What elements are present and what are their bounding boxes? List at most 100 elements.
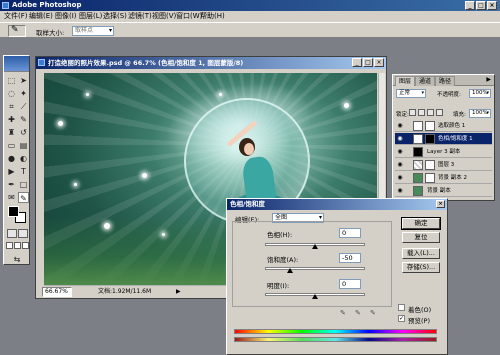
lock-position-icon[interactable] — [427, 109, 434, 116]
load-button[interactable]: 载入(L)... — [402, 248, 440, 259]
lock-pixels-icon[interactable] — [418, 109, 425, 116]
layer-thumbnail — [413, 173, 423, 183]
status-menu-arrow[interactable]: ▶ — [176, 286, 181, 298]
ok-button[interactable]: 确定 — [401, 217, 441, 230]
history-brush-icon[interactable]: ↺ — [18, 127, 29, 138]
eyedropper-tool-icon[interactable]: ✎ — [18, 192, 29, 203]
crop-tool-icon[interactable]: ⌗ — [6, 101, 17, 112]
opacity-field[interactable]: 100% — [469, 89, 491, 98]
reset-button[interactable]: 复位 — [402, 232, 440, 243]
screen-mode-standard-icon[interactable] — [6, 242, 13, 249]
zoom-field[interactable]: 66.67% — [42, 287, 72, 297]
gradient-tool-icon[interactable]: ▤ — [18, 140, 29, 151]
jump-to-imageready-icon[interactable]: ⇆ — [6, 254, 28, 265]
menu-help[interactable]: 帮助(H) — [200, 12, 225, 21]
maximize-button[interactable]: □ — [476, 1, 486, 10]
sample-size-select[interactable]: 取样点 — [72, 26, 114, 36]
lightness-input[interactable]: 0 — [339, 279, 361, 289]
menu-select[interactable]: 选择(S) — [103, 12, 127, 21]
menu-window[interactable]: 窗口(W) — [176, 12, 202, 21]
eyedropper-icon: ✎ — [11, 25, 19, 35]
eyedropper-minus-icon[interactable]: ✎ — [370, 309, 376, 317]
visibility-eye-icon[interactable]: ◉ — [396, 148, 404, 156]
slice-tool-icon[interactable]: ⟋ — [18, 101, 29, 112]
doc-minimize-button[interactable]: _ — [352, 58, 362, 67]
layer-row[interactable]: ◉ 图层 3 — [395, 159, 492, 171]
menu-edit[interactable]: 编辑(E) — [29, 12, 53, 21]
menu-image[interactable]: 图像(I) — [55, 12, 77, 21]
screen-mode-menu-icon[interactable] — [14, 242, 21, 249]
doc-close-button[interactable]: × — [374, 58, 384, 67]
figure-face — [244, 143, 254, 155]
visibility-eye-icon[interactable]: ◉ — [396, 135, 404, 143]
blur-tool-icon[interactable]: ● — [6, 153, 17, 164]
type-tool-icon[interactable]: T — [18, 166, 29, 177]
lock-all-icon[interactable] — [436, 109, 443, 116]
fill-field[interactable]: 100% — [469, 109, 491, 118]
doc-maximize-button[interactable]: □ — [363, 58, 373, 67]
close-button[interactable]: × — [487, 1, 497, 10]
visibility-eye-icon[interactable]: ◉ — [396, 187, 404, 195]
eraser-tool-icon[interactable]: ▭ — [6, 140, 17, 151]
notes-tool-icon[interactable]: ✉ — [6, 192, 17, 203]
sparkle — [219, 93, 222, 96]
layer-thumbnail — [413, 147, 423, 157]
lightness-slider-thumb[interactable] — [312, 294, 318, 299]
lock-transparency-icon[interactable] — [409, 109, 416, 116]
sparkle — [86, 93, 89, 96]
tool-preset-picker[interactable]: ✎ — [8, 25, 26, 37]
panel-menu-icon[interactable]: ▶ — [486, 76, 491, 83]
menu-view[interactable]: 视图(V) — [152, 12, 176, 21]
layer-name: 背景 副本 — [427, 188, 451, 194]
saturation-slider-track[interactable] — [265, 267, 365, 270]
layer-row[interactable]: ◉ 背景 副本 — [395, 185, 492, 197]
tab-layers[interactable]: 图层 — [395, 76, 416, 86]
layer-thumbnail — [413, 186, 423, 196]
menu-file[interactable]: 文件(F) — [4, 12, 28, 21]
layer-thumbnail — [413, 160, 423, 170]
magic-wand-icon[interactable]: ✦ — [18, 88, 29, 99]
eyedropper-icon[interactable]: ✎ — [340, 309, 346, 317]
dialog-title: 色相/饱和度 — [230, 200, 265, 208]
visibility-eye-icon[interactable]: ◉ — [396, 122, 404, 130]
pen-tool-icon[interactable]: ✒ — [6, 179, 17, 190]
saturation-slider-thumb[interactable] — [287, 268, 293, 273]
shape-tool-icon[interactable]: □ — [18, 179, 29, 190]
path-select-icon[interactable]: ▶ — [6, 166, 17, 177]
blend-mode-select[interactable]: 正常 — [396, 89, 426, 98]
stamp-tool-icon[interactable]: ♜ — [6, 127, 17, 138]
document-size: 文档:1.92M/11.6M — [98, 288, 152, 295]
layer-row[interactable]: ◉ 背景 副本 2 — [395, 172, 492, 184]
save-button[interactable]: 存储(S)... — [402, 262, 440, 273]
document-titlebar: 打造绝丽的照片效果.psd @ 66.7% (色相/饱和度 1, 图层蒙版/8) — [36, 57, 386, 69]
tab-channels[interactable]: 通道 — [415, 76, 436, 86]
menu-layer[interactable]: 图层(L) — [79, 12, 102, 21]
visibility-eye-icon[interactable]: ◉ — [396, 174, 404, 182]
minimize-button[interactable]: _ — [465, 1, 475, 10]
marquee-tool-icon[interactable]: ⬚ — [6, 75, 17, 86]
foreground-color-swatch[interactable] — [8, 206, 19, 217]
brush-tool-icon[interactable]: ✎ — [18, 114, 29, 125]
hue-slider-thumb[interactable] — [312, 244, 318, 249]
dialog-close-button[interactable]: × — [436, 200, 445, 208]
standard-mode-icon[interactable] — [7, 229, 17, 238]
saturation-input[interactable]: -50 — [339, 253, 361, 263]
eyedropper-plus-icon[interactable]: ✎ — [355, 309, 361, 317]
move-tool-icon[interactable]: ➤ — [18, 75, 29, 86]
layer-row[interactable]: ◉ Layer 3 副本 — [395, 146, 492, 158]
visibility-eye-icon[interactable]: ◉ — [396, 161, 404, 169]
layer-row-selected[interactable]: ◉ 色相/饱和度 1 — [395, 133, 492, 145]
layer-name: 选取颜色 1 — [438, 123, 466, 129]
screen-mode-full-icon[interactable] — [22, 242, 29, 249]
sparkle — [104, 223, 110, 229]
menu-filter[interactable]: 滤镜(T) — [128, 12, 152, 21]
preview-checkbox[interactable]: ✓ — [398, 315, 405, 322]
colorize-checkbox[interactable] — [398, 304, 405, 311]
hue-input[interactable]: 0 — [339, 228, 361, 238]
quick-mask-icon[interactable] — [18, 229, 28, 238]
tab-paths[interactable]: 路径 — [435, 76, 456, 86]
lasso-tool-icon[interactable]: ◌ — [6, 88, 17, 99]
layer-row[interactable]: ◉ 选取颜色 1 — [395, 120, 492, 132]
healing-brush-icon[interactable]: ✚ — [6, 114, 17, 125]
dodge-tool-icon[interactable]: ◐ — [18, 153, 29, 164]
